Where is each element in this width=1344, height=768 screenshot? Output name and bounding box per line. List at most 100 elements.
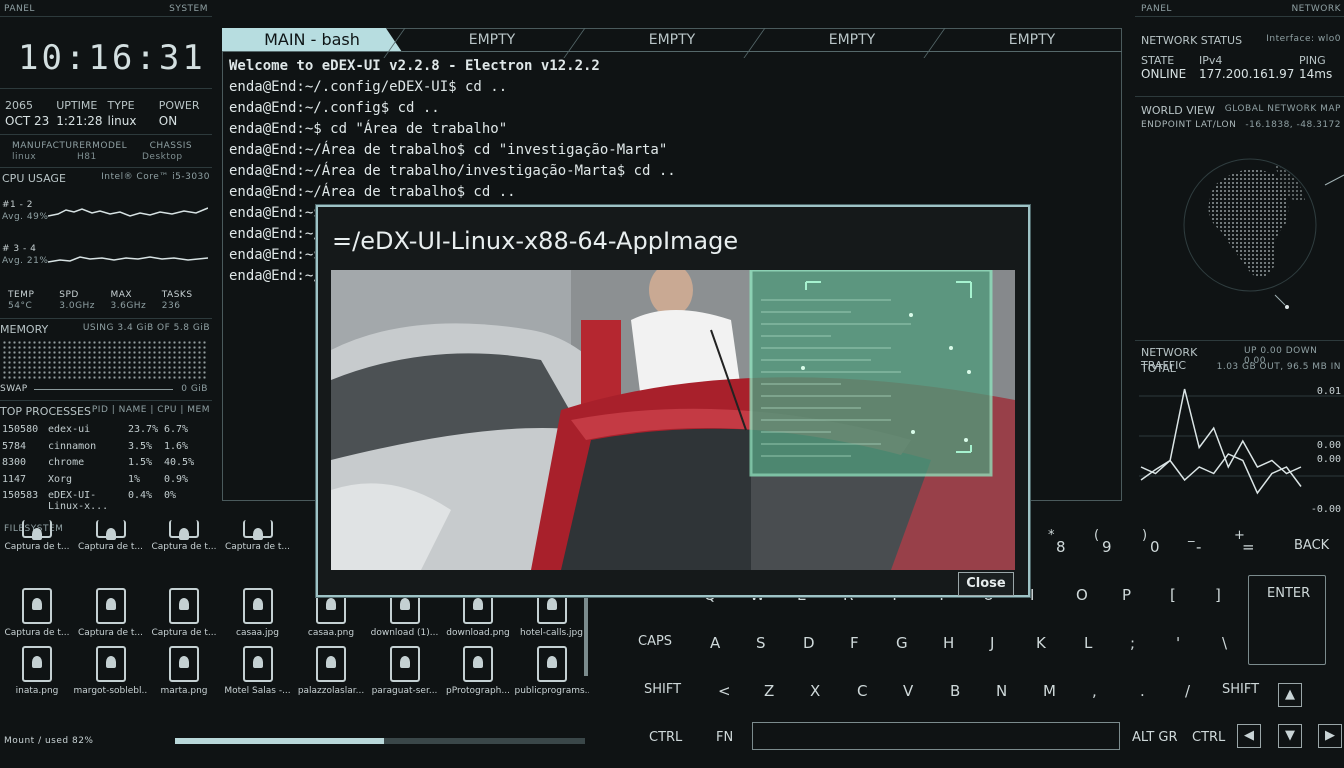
sysinfo-headers: 2065 UPTIME TYPE POWER [5, 99, 200, 112]
file-item[interactable]: Captura de t... [0, 588, 74, 638]
file-item[interactable]: inata.png [0, 646, 74, 696]
file-item[interactable]: publicprograms... [515, 646, 589, 696]
key-ctrl[interactable]: CTRL [649, 730, 682, 745]
file-name: Captura de t... [4, 542, 70, 552]
key-shift4[interactable]: + [1234, 528, 1245, 543]
key-d[interactable]: D [803, 634, 815, 652]
key-shift[interactable]: SHIFT [644, 682, 681, 697]
file-item[interactable]: pProtograph... [441, 646, 515, 696]
key-p[interactable]: P [1122, 586, 1131, 604]
key-x[interactable]: X [810, 682, 820, 700]
file-item[interactable]: Captura de t... [147, 588, 221, 638]
cpu-core-label: # 3 - 4 [2, 244, 37, 254]
file-item[interactable]: Captura de t... [221, 520, 295, 552]
key-o[interactable]: O [1076, 586, 1088, 604]
file-item[interactable]: casaa.jpg [221, 588, 295, 638]
cpu-core-avg: Avg. 49% [2, 212, 49, 222]
file-item[interactable]: Captura de t... [74, 588, 148, 638]
arrow-left-key[interactable]: ◀ [1237, 724, 1261, 748]
arrow-right-key[interactable]: ▶ [1318, 724, 1342, 748]
key-v[interactable]: V [903, 682, 913, 700]
key-g[interactable]: G [896, 634, 908, 652]
right-panel-header: PANEL NETWORK [1141, 4, 1341, 14]
key-[interactable]: ] [1215, 586, 1221, 604]
process-name: chrome [48, 457, 85, 468]
key-f[interactable]: F [850, 634, 859, 652]
key-h[interactable]: H [943, 634, 954, 652]
key-shift0[interactable]: * [1048, 528, 1055, 543]
key-l[interactable]: L [1084, 634, 1092, 652]
process-cpu: 3.5% [128, 440, 153, 452]
key-back[interactable]: BACK [1294, 538, 1329, 553]
spacebar-key[interactable] [752, 722, 1120, 750]
tab-empty-3[interactable]: EMPTY [762, 28, 942, 52]
file-item[interactable]: paraguat-ser... [368, 646, 442, 696]
key-b[interactable]: B [950, 682, 960, 700]
key-s[interactable]: S [756, 634, 766, 652]
processes-columns: PID | NAME | CPU | MEM [91, 405, 210, 415]
left-system-panel: PANEL SYSTEM 10:16:31 2065 UPTIME TYPE POWE… [0, 0, 212, 520]
key-[interactable]: , [1092, 682, 1097, 700]
key-i[interactable]: I [1030, 586, 1034, 604]
key-n[interactable]: N [996, 682, 1007, 700]
endpoint-row: ENDPOINT LAT/LON -16.1838, -48.3172 [1141, 120, 1341, 130]
file-item[interactable]: Captura de t... [0, 520, 74, 552]
key-c[interactable]: C [857, 682, 867, 700]
key-fn[interactable]: FN [716, 730, 733, 745]
key-shift2[interactable]: ) [1142, 528, 1147, 543]
key-j[interactable]: J [990, 634, 994, 652]
arrow-up-key[interactable]: ▲ [1278, 683, 1302, 707]
key-ctrl[interactable]: CTRL [1192, 730, 1225, 745]
file-item[interactable]: Motel Salas -... [221, 646, 295, 696]
key-minus[interactable]: - [1196, 538, 1201, 556]
tab-empty-1[interactable]: EMPTY [402, 28, 582, 52]
key-[interactable]: < [718, 682, 731, 700]
tab-main-bash[interactable]: MAIN - bash [222, 28, 402, 52]
world-view-subtitle: GLOBAL NETWORK MAP [1224, 104, 1341, 114]
file-item[interactable]: palazzolaslar... [294, 646, 368, 696]
file-item[interactable]: Captura de t... [147, 520, 221, 552]
clock: 10:16:31 [18, 38, 206, 78]
key-shift1[interactable]: ( [1094, 528, 1099, 543]
close-button[interactable]: Close [958, 572, 1014, 596]
terminal-line: enda@End:~/Área de trabalho/investigação… [229, 163, 676, 179]
key-[interactable]: \ [1222, 634, 1227, 652]
ping-value: 14ms [1299, 67, 1333, 81]
key-0[interactable]: 0 [1150, 538, 1160, 556]
key-[interactable]: [ [1170, 586, 1176, 604]
panel-label: PANEL [4, 4, 35, 14]
file-name: Captura de t... [151, 628, 217, 638]
arrow-down-key[interactable]: ▼ [1278, 724, 1302, 748]
network-state: ONLINE [1141, 67, 1187, 81]
key-k[interactable]: K [1036, 634, 1046, 652]
ipv4-address: 177.200.161.97 [1199, 67, 1295, 81]
file-item[interactable]: Captura de t... [74, 520, 148, 552]
key-z[interactable]: Z [764, 682, 774, 700]
right-network-panel: PANEL NETWORK NETWORK STATUS Interface: … [1135, 0, 1344, 520]
key-altgr[interactable]: ALT GR [1132, 730, 1178, 745]
key-[interactable]: ; [1130, 634, 1135, 652]
key-[interactable]: / [1185, 682, 1190, 700]
cpu-stat-headers: TEMP SPD MAX TASKS [8, 290, 193, 300]
enter-key-frame[interactable] [1248, 575, 1326, 665]
file-item[interactable]: margot-soblebl... [74, 646, 148, 696]
key-a[interactable]: A [710, 634, 720, 652]
file-item[interactable]: marta.png [147, 646, 221, 696]
traffic-axis-label: 0.00 [1317, 454, 1341, 465]
tab-empty-4[interactable]: EMPTY [942, 28, 1122, 52]
key-[interactable]: ' [1176, 634, 1180, 652]
key-m[interactable]: M [1043, 682, 1056, 700]
key-8[interactable]: 8 [1056, 538, 1066, 556]
key-shift3[interactable]: _ [1188, 528, 1195, 543]
key-9[interactable]: 9 [1102, 538, 1112, 556]
key-caps[interactable]: CAPS [638, 634, 672, 649]
key-shift[interactable]: SHIFT [1222, 682, 1259, 697]
file-icon [22, 520, 52, 540]
endpoint-label: ENDPOINT LAT/LON [1141, 120, 1237, 130]
process-pid: 1147 [2, 473, 27, 485]
tab-empty-2[interactable]: EMPTY [582, 28, 762, 52]
file-icon [536, 646, 567, 682]
cpu-graph-1 [48, 207, 208, 217]
key-[interactable]: . [1140, 682, 1145, 700]
file-icon [169, 520, 199, 540]
